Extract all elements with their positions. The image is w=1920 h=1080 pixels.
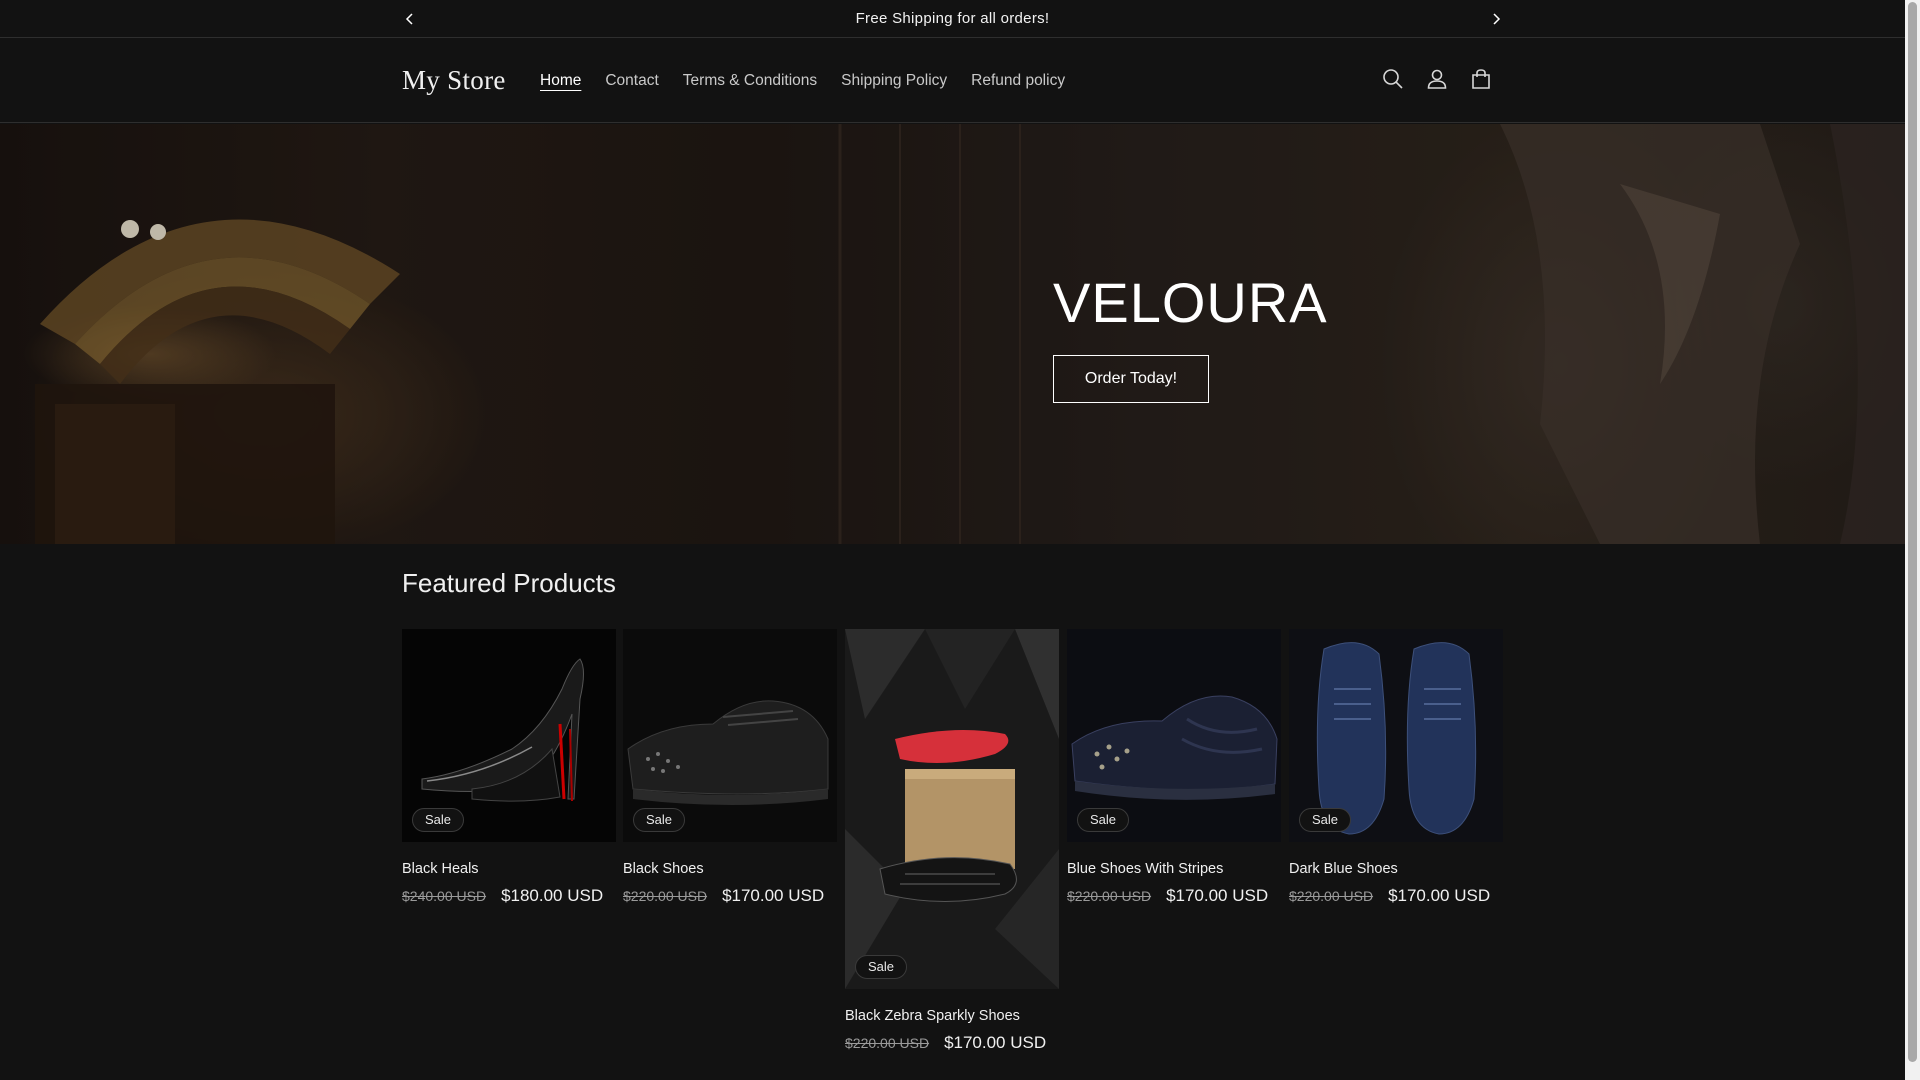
product-image[interactable]: Sale	[402, 629, 616, 842]
product-prices: $240.00 USD $180.00 USD	[402, 886, 616, 906]
regular-price: $220.00 USD	[623, 888, 708, 904]
product-image[interactable]: Sale	[1289, 629, 1503, 842]
cart-icon	[1472, 69, 1490, 89]
sparkly-shoes-image	[845, 629, 1059, 989]
nav-contact[interactable]: Contact	[593, 72, 670, 90]
regular-price: $240.00 USD	[402, 888, 487, 904]
product-card[interactable]: Sale Black Zebra Sparkly Shoes $220.00 U…	[845, 629, 1059, 1053]
nav-refund-policy[interactable]: Refund policy	[959, 72, 1077, 90]
product-card[interactable]: Sale Dark Blue Shoes $220.00 USD $170.00…	[1289, 629, 1503, 906]
product-image[interactable]: Sale	[623, 629, 837, 842]
sale-badge: Sale	[633, 808, 686, 832]
regular-price: $220.00 USD	[845, 1035, 930, 1051]
chevron-right-icon	[1493, 13, 1501, 25]
account-icon	[1427, 69, 1447, 89]
sale-price: $170.00 USD	[722, 886, 825, 905]
product-title[interactable]: Black Heals	[402, 861, 616, 877]
cart-button[interactable]	[1469, 67, 1493, 91]
product-card[interactable]: Sale Black Heals $240.00 USD $180.00 USD	[402, 629, 616, 906]
header-icons	[1381, 67, 1493, 91]
hero-title: VELOURA	[1053, 271, 1328, 334]
store-logo[interactable]: My Store	[402, 65, 506, 96]
product-prices: $220.00 USD $170.00 USD	[1289, 886, 1503, 906]
product-prices: $220.00 USD $170.00 USD	[1067, 886, 1281, 906]
product-card[interactable]: Sale Black Shoes $220.00 USD $170.00 USD	[623, 629, 837, 906]
page-scrollbar[interactable]	[1905, 0, 1920, 1080]
product-title[interactable]: Blue Shoes With Stripes	[1067, 861, 1281, 877]
product-image[interactable]: Sale	[1067, 629, 1281, 842]
account-button[interactable]	[1425, 67, 1449, 91]
product-card[interactable]: Sale Blue Shoes With Stripes $220.00 USD…	[1067, 629, 1281, 906]
order-today-button[interactable]: Order Today!	[1053, 355, 1209, 403]
sale-badge: Sale	[412, 808, 465, 832]
regular-price: $220.00 USD	[1289, 888, 1374, 904]
nav-terms[interactable]: Terms & Conditions	[671, 72, 829, 90]
hero-banner: VELOURA	[0, 124, 1905, 544]
announcement-bar: Free Shipping for all orders!	[0, 0, 1905, 38]
nav-shipping-policy[interactable]: Shipping Policy	[829, 72, 959, 90]
sale-price: $170.00 USD	[1388, 886, 1491, 905]
announcement-text: Free Shipping for all orders!	[855, 10, 1050, 27]
regular-price: $220.00 USD	[1067, 888, 1152, 904]
product-title[interactable]: Dark Blue Shoes	[1289, 861, 1503, 877]
hero-overlay	[0, 124, 1905, 544]
product-image[interactable]: Sale	[845, 629, 1059, 989]
featured-title: Featured Products	[402, 568, 616, 598]
product-title[interactable]: Black Zebra Sparkly Shoes	[845, 1008, 1059, 1024]
scrollbar-thumb[interactable]	[1908, 2, 1917, 1062]
product-title[interactable]: Black Shoes	[623, 861, 837, 877]
nav-home[interactable]: Home	[528, 72, 593, 90]
sale-price: $180.00 USD	[501, 886, 604, 905]
sale-price: $170.00 USD	[1166, 886, 1269, 905]
sale-badge: Sale	[855, 955, 908, 979]
search-button[interactable]	[1381, 67, 1405, 91]
sale-badge: Sale	[1299, 808, 1352, 832]
product-prices: $220.00 USD $170.00 USD	[845, 1033, 1059, 1053]
search-icon	[1383, 69, 1403, 89]
sale-price: $170.00 USD	[944, 1033, 1047, 1052]
product-prices: $220.00 USD $170.00 USD	[623, 886, 837, 906]
announcement-next-button[interactable]	[1485, 8, 1507, 30]
main-nav: Home Contact Terms & Conditions Shipping…	[528, 72, 1077, 90]
sale-badge: Sale	[1077, 808, 1130, 832]
site-header: My Store Home Contact Terms & Conditions…	[0, 39, 1905, 123]
